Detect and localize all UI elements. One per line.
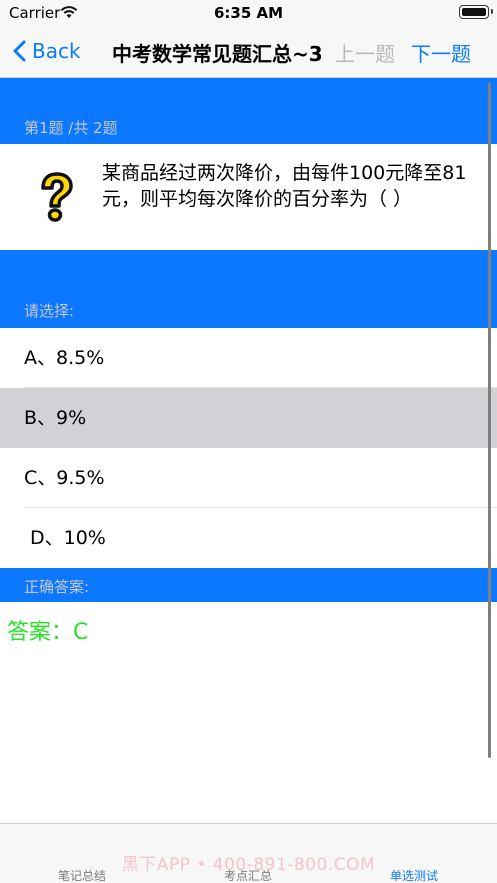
question-mark-icon [30, 169, 82, 225]
question-text: 某商品经过两次降价，由每件100元降至81元，则平均每次降价的百分率为（ ） [102, 162, 467, 210]
chevron-left-icon [13, 40, 26, 62]
status-bar: Carrier 6:35 AM [0, 0, 497, 26]
question-card: 某商品经过两次降价，由每件100元降至81元，则平均每次降价的百分率为（ ） [0, 144, 497, 250]
tab-notes-summary[interactable]: 笔记总结 [58, 867, 106, 883]
clock: 6:35 AM [213, 4, 284, 22]
scroll-indicator[interactable] [488, 82, 491, 758]
options-band: 请选择: [0, 250, 497, 328]
answer-band: 正确答案: [0, 568, 497, 602]
navigation-bar: Back 中考数学常见题汇总~3 上一题 下一题 [0, 26, 497, 78]
options-label: 请选择: [24, 302, 75, 320]
progress-band: 第1题 /共 2题 [0, 78, 497, 144]
option-b[interactable]: B、9% [0, 388, 497, 448]
page-title: 中考数学常见题汇总~3 [112, 42, 323, 66]
tab-single-choice-test[interactable]: 单选测试 [390, 867, 438, 883]
previous-question-button[interactable]: 上一题 [335, 38, 395, 67]
answer-label: 正确答案: [24, 578, 90, 596]
back-button[interactable]: Back [12, 36, 81, 66]
correct-answer-text: 答案：C [7, 620, 89, 645]
back-label: Back [32, 39, 81, 63]
battery-icon [459, 5, 493, 19]
tab-bar: 黑下APP • 400-891-800.COM 笔记总结 考点汇总 单选测试 [0, 823, 497, 883]
option-d[interactable]: D、10% [0, 508, 497, 568]
question-progress-label: 第1题 /共 2题 [24, 119, 118, 137]
option-c[interactable]: C、9.5% [0, 448, 497, 508]
next-question-button[interactable]: 下一题 [411, 38, 471, 67]
option-a[interactable]: A、8.5% [0, 328, 497, 388]
tab-key-points[interactable]: 考点汇总 [224, 867, 272, 883]
